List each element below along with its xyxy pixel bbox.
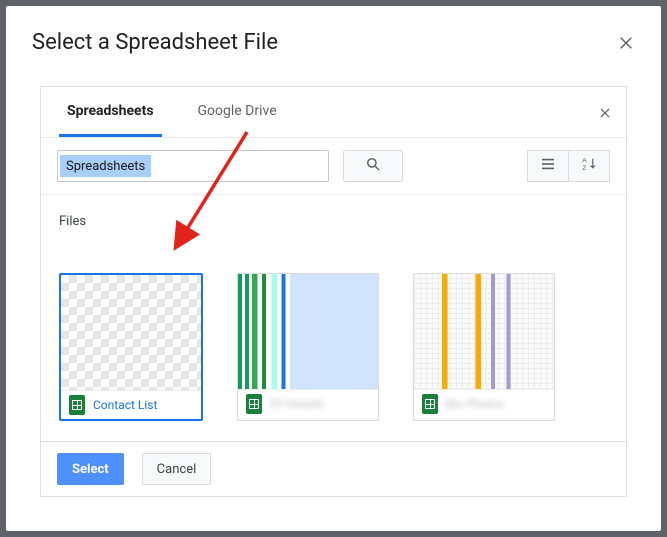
- file-list-scroll[interactable]: Files Contact List ST Details: [41, 194, 626, 442]
- search-icon: [364, 155, 382, 177]
- cancel-button[interactable]: Cancel: [142, 453, 212, 485]
- close-icon[interactable]: [617, 34, 635, 52]
- file-card-3[interactable]: Bin Photos: [413, 273, 555, 421]
- tab-google-drive[interactable]: Google Drive: [190, 87, 285, 137]
- button-label: Cancel: [157, 462, 197, 477]
- button-label: Select: [72, 462, 109, 477]
- file-card-2[interactable]: ST Details: [237, 273, 379, 421]
- file-picker: Spreadsheets Google Drive Spreadsheets: [40, 86, 627, 497]
- files-heading: Files: [59, 214, 608, 229]
- file-thumbnail: [238, 274, 378, 389]
- tabs: Spreadsheets Google Drive: [41, 87, 626, 138]
- list-view-button[interactable]: [527, 150, 569, 182]
- toolbar: Spreadsheets: [41, 138, 626, 195]
- svg-text:Z: Z: [582, 165, 586, 172]
- sheets-icon: [422, 394, 438, 414]
- search-value: Spreadsheets: [60, 155, 151, 177]
- svg-text:A: A: [582, 158, 587, 165]
- tabs-close-icon[interactable]: [598, 105, 612, 119]
- sort-az-icon: A Z: [580, 155, 598, 177]
- file-thumbnail: [61, 275, 201, 390]
- tab-spreadsheets[interactable]: Spreadsheets: [59, 87, 162, 137]
- view-toggle-group: A Z: [527, 150, 610, 182]
- select-button[interactable]: Select: [57, 453, 124, 485]
- tab-label: Spreadsheets: [67, 103, 154, 119]
- search-button[interactable]: [343, 150, 403, 182]
- modal-surface: Select a Spreadsheet File Spreadsheets G…: [6, 6, 661, 531]
- sheets-icon: [69, 395, 85, 415]
- file-name: Bin Photos: [446, 397, 504, 411]
- file-name: Contact List: [93, 398, 157, 412]
- file-thumbnail: [414, 274, 554, 389]
- search-input[interactable]: Spreadsheets: [57, 150, 329, 182]
- file-card-contact-list[interactable]: Contact List: [59, 273, 203, 421]
- file-name: ST Details: [270, 397, 324, 411]
- file-list: Files Contact List ST Details: [41, 194, 626, 442]
- list-icon: [539, 155, 557, 177]
- sort-button[interactable]: A Z: [569, 150, 610, 182]
- dialog-footer: Select Cancel: [41, 441, 626, 496]
- sheets-icon: [246, 394, 262, 414]
- tab-label: Google Drive: [198, 103, 277, 119]
- dialog-title: Select a Spreadsheet File: [32, 30, 278, 55]
